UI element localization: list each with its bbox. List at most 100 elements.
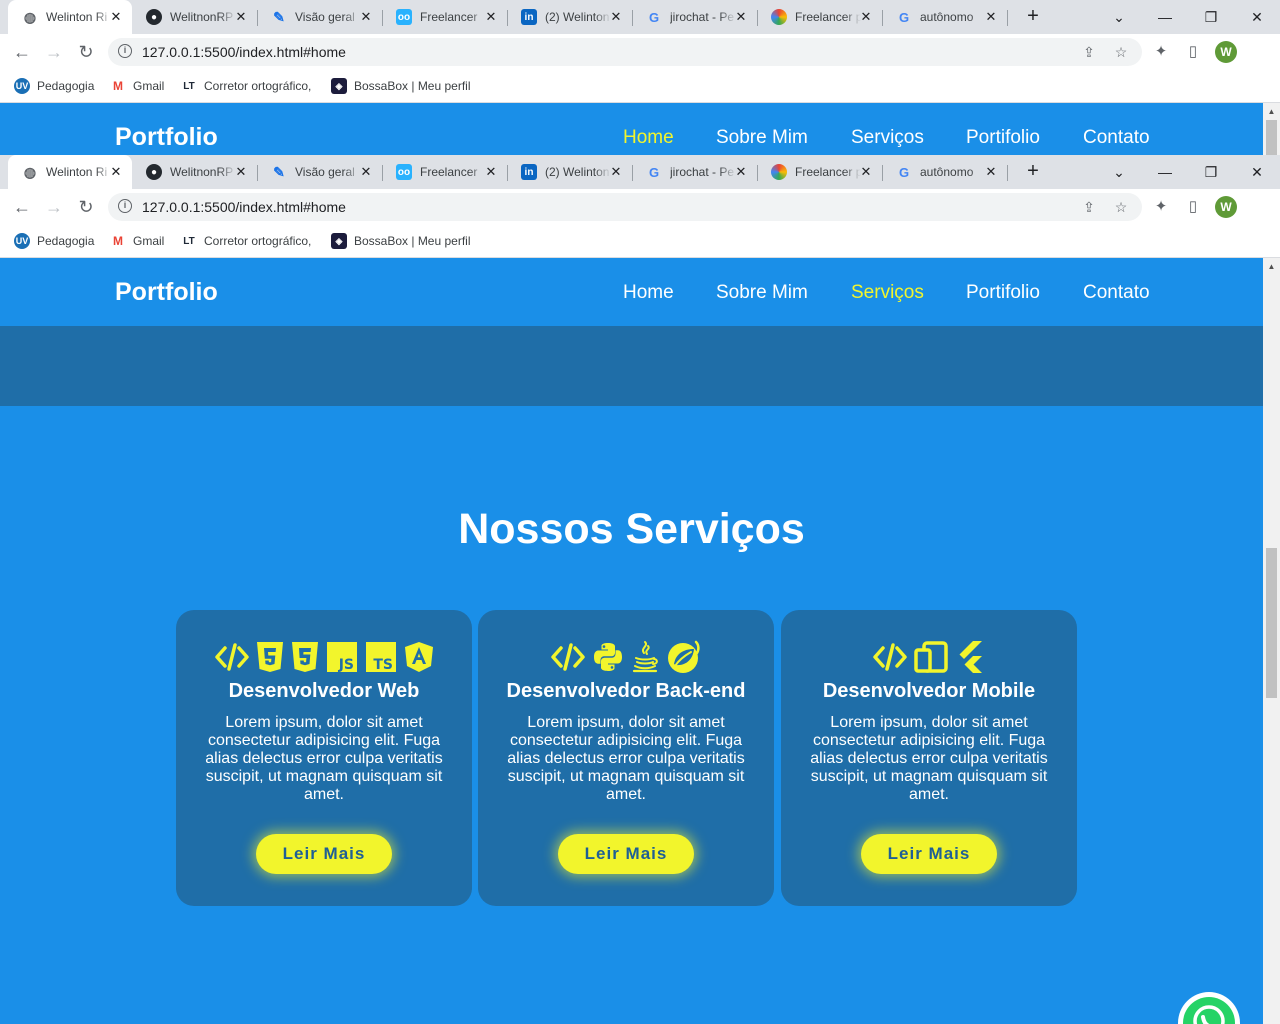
service-card-web: JS TS Desenvolvedor Web Lorem ipsum, dol…	[176, 610, 472, 906]
bookmark-item[interactable]: ◈ BossaBox | Meu perfil	[331, 231, 471, 251]
nav-link-contato[interactable]: Contato	[1083, 127, 1150, 149]
close-tab-icon[interactable]: ✕	[733, 164, 749, 180]
close-tab-icon[interactable]: ✕	[608, 164, 624, 180]
nav-link-portifolio[interactable]: Portifolio	[966, 282, 1040, 304]
close-tab-icon[interactable]: ✕	[108, 164, 124, 180]
back-button[interactable]: ←	[10, 196, 34, 218]
nav-link-sobre-mim[interactable]: Sobre Mim	[716, 127, 808, 149]
forward-button[interactable]: →	[42, 41, 66, 63]
site-logo[interactable]: Portfolio	[115, 123, 218, 152]
share-icon[interactable]: ⇪	[1080, 198, 1098, 216]
side-panel-icon[interactable]: ▯	[1183, 42, 1203, 62]
close-tab-icon[interactable]: ✕	[108, 9, 124, 25]
tab[interactable]: ● WelitnonRP ✕	[132, 155, 258, 189]
tab[interactable]: ✎ Visão geral ✕	[257, 155, 383, 189]
new-tab-button[interactable]: +	[1022, 5, 1044, 27]
nav-link-portifolio[interactable]: Portifolio	[966, 127, 1040, 149]
scrollbar-back[interactable]: ▲	[1263, 103, 1280, 155]
bookmark-item[interactable]: UV Pedagogia	[14, 231, 94, 251]
tab[interactable]: G jirochat - Pe ✕	[632, 155, 758, 189]
minimize-button[interactable]: —	[1143, 0, 1187, 34]
avatar[interactable]: W	[1215, 196, 1237, 218]
bookmark-item[interactable]: LT Corretor ortográfico,	[181, 76, 311, 96]
service-card-mobile: Desenvolvedor Mobile Lorem ipsum, dolor …	[781, 610, 1077, 906]
tab[interactable]: ◍ Welinton Ri ✕	[8, 155, 132, 189]
back-button[interactable]: ←	[10, 41, 34, 63]
close-tab-icon[interactable]: ✕	[483, 164, 499, 180]
site-logo[interactable]: Portfolio	[115, 278, 218, 307]
tab[interactable]: in (2) Welinton ✕	[507, 0, 633, 34]
tab[interactable]: G jirochat - Pe ✕	[632, 0, 758, 34]
close-tab-icon[interactable]: ✕	[233, 9, 249, 25]
reload-button[interactable]: ↻	[74, 196, 98, 218]
chrome-color-icon	[771, 9, 787, 25]
restore-button[interactable]: ❐	[1189, 155, 1233, 189]
info-icon[interactable]: i	[118, 199, 132, 213]
scroll-up-arrow-icon[interactable]: ▲	[1263, 258, 1280, 275]
reload-button[interactable]: ↻	[74, 41, 98, 63]
nav-link-servicos[interactable]: Serviços	[851, 282, 924, 304]
tab-search-button[interactable]: ⌄	[1097, 0, 1141, 34]
close-tab-icon[interactable]: ✕	[358, 9, 374, 25]
bookmark-item[interactable]: UV Pedagogia	[14, 76, 94, 96]
read-more-button[interactable]: Leir Mais	[861, 834, 997, 874]
nav-link-home[interactable]: Home	[623, 127, 674, 149]
tab[interactable]: ◍ Welinton Ri ✕	[8, 0, 132, 34]
tab[interactable]: G autônomo ✕	[882, 155, 1008, 189]
avatar[interactable]: W	[1215, 41, 1237, 63]
read-more-button[interactable]: Leir Mais	[256, 834, 392, 874]
nav-link-sobre-mim[interactable]: Sobre Mim	[716, 282, 808, 304]
bookmark-item[interactable]: M Gmail	[110, 76, 164, 96]
tab[interactable]: ● WelitnonRP ✕	[132, 0, 258, 34]
close-tab-icon[interactable]: ✕	[608, 9, 624, 25]
close-window-button[interactable]: ✕	[1235, 0, 1279, 34]
svg-text:JS: JS	[337, 657, 353, 673]
forward-button[interactable]: →	[42, 196, 66, 218]
tab[interactable]: G autônomo ✕	[882, 0, 1008, 34]
spring-icon	[666, 640, 702, 674]
bookmark-item[interactable]: M Gmail	[110, 231, 164, 251]
service-card-backend: Desenvolvedor Back-end Lorem ipsum, dolo…	[478, 610, 774, 906]
restore-button[interactable]: ❐	[1189, 0, 1233, 34]
whatsapp-button[interactable]	[1178, 992, 1240, 1024]
scroll-thumb[interactable]	[1266, 548, 1277, 698]
close-tab-icon[interactable]: ✕	[733, 9, 749, 25]
nav-link-home[interactable]: Home	[623, 282, 674, 304]
address-bar[interactable]: i 127.0.0.1:5500/index.html#home ⇪ ☆	[108, 38, 1142, 66]
extensions-icon[interactable]: ✦	[1151, 197, 1171, 217]
extensions-icon[interactable]: ✦	[1151, 42, 1171, 62]
address-bar[interactable]: i 127.0.0.1:5500/index.html#home ⇪ ☆	[108, 193, 1142, 221]
tab[interactable]: oo Freelancer ✕	[382, 0, 508, 34]
bookmark-item[interactable]: LT Corretor ortográfico,	[181, 231, 311, 251]
github-icon: ●	[146, 9, 162, 25]
read-more-button[interactable]: Leir Mais	[558, 834, 694, 874]
tab[interactable]: Freelancer p ✕	[757, 155, 883, 189]
tab[interactable]: ✎ Visão geral ✕	[257, 0, 383, 34]
close-tab-icon[interactable]: ✕	[858, 164, 874, 180]
scroll-thumb[interactable]	[1266, 120, 1277, 155]
nav-link-servicos[interactable]: Serviços	[851, 127, 924, 149]
nav-link-contato[interactable]: Contato	[1083, 282, 1150, 304]
bookmark-star-icon[interactable]: ☆	[1112, 43, 1130, 61]
close-window-button[interactable]: ✕	[1235, 155, 1279, 189]
url-text: 127.0.0.1:5500/index.html#home	[142, 44, 346, 60]
side-panel-icon[interactable]: ▯	[1183, 197, 1203, 217]
tab-search-button[interactable]: ⌄	[1097, 155, 1141, 189]
close-tab-icon[interactable]: ✕	[983, 164, 999, 180]
close-tab-icon[interactable]: ✕	[233, 164, 249, 180]
tab[interactable]: oo Freelancer ✕	[382, 155, 508, 189]
close-tab-icon[interactable]: ✕	[858, 9, 874, 25]
bookmark-star-icon[interactable]: ☆	[1112, 198, 1130, 216]
close-tab-icon[interactable]: ✕	[983, 9, 999, 25]
share-icon[interactable]: ⇪	[1080, 43, 1098, 61]
minimize-button[interactable]: —	[1143, 155, 1187, 189]
close-tab-icon[interactable]: ✕	[358, 164, 374, 180]
close-tab-icon[interactable]: ✕	[483, 9, 499, 25]
tab[interactable]: Freelancer p ✕	[757, 0, 883, 34]
bookmark-item[interactable]: ◈ BossaBox | Meu perfil	[331, 76, 471, 96]
tab[interactable]: in (2) Welinton ✕	[507, 155, 633, 189]
scrollbar[interactable]: ▲	[1263, 258, 1280, 1024]
info-icon[interactable]: i	[118, 44, 132, 58]
new-tab-button[interactable]: +	[1022, 160, 1044, 182]
scroll-up-arrow-icon[interactable]: ▲	[1263, 103, 1280, 120]
